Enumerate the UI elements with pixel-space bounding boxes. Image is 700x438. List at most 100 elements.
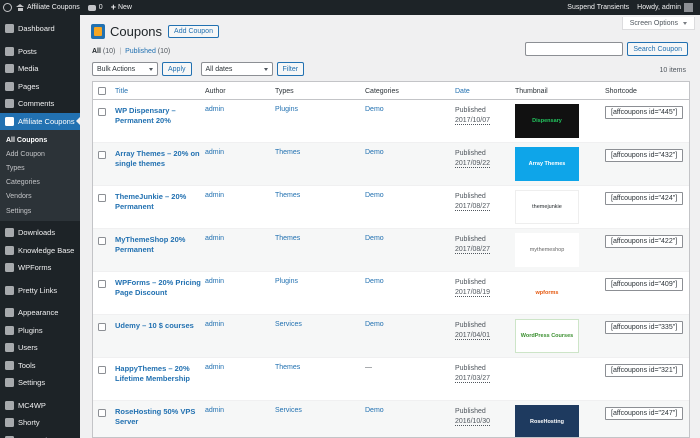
coupon-title-link[interactable]: RoseHosting 50% VPS Server bbox=[115, 407, 203, 427]
author-link[interactable]: admin bbox=[205, 278, 224, 285]
shortcode-field[interactable]: [affcoupons id="432"] bbox=[605, 149, 684, 162]
shortcode-field[interactable]: [affcoupons id="409"] bbox=[605, 278, 684, 291]
author-link[interactable]: admin bbox=[205, 364, 224, 371]
sidebar-item-comments[interactable]: Comments bbox=[0, 95, 80, 113]
type-link[interactable]: Plugins bbox=[275, 106, 298, 113]
chevron-down-icon bbox=[263, 67, 268, 71]
main-content: Screen Options Coupons Add Coupon All (1… bbox=[80, 15, 700, 438]
row-checkbox[interactable] bbox=[98, 151, 106, 159]
column-date[interactable]: Date bbox=[455, 82, 470, 100]
coupon-title-link[interactable]: WPForms – 20% Pricing Page Discount bbox=[115, 278, 203, 298]
type-link[interactable]: Themes bbox=[275, 149, 300, 156]
category-link[interactable]: Demo bbox=[365, 407, 384, 414]
submenu-all-coupons[interactable]: All Coupons bbox=[0, 133, 80, 147]
sidebar-item-mc4wp[interactable]: MC4WP bbox=[0, 397, 80, 415]
search-input[interactable] bbox=[525, 42, 624, 56]
sidebar-item-wp-rocket[interactable]: WP Rocket bbox=[0, 432, 80, 438]
sidebar-item-posts[interactable]: Posts bbox=[0, 43, 80, 61]
coupon-title-link[interactable]: HappyThemes – 20% Lifetime Membership bbox=[115, 364, 203, 384]
row-checkbox[interactable] bbox=[98, 323, 106, 331]
apply-button[interactable]: Apply bbox=[162, 62, 192, 76]
row-checkbox[interactable] bbox=[98, 280, 106, 288]
type-link[interactable]: Themes bbox=[275, 364, 300, 371]
sidebar-item-pages[interactable]: Pages bbox=[0, 78, 80, 96]
row-checkbox[interactable] bbox=[98, 108, 106, 116]
type-link[interactable]: Plugins bbox=[275, 278, 298, 285]
submenu-settings[interactable]: Settings bbox=[0, 204, 80, 218]
category-link[interactable]: Demo bbox=[365, 321, 384, 328]
category-link[interactable]: Demo bbox=[365, 278, 384, 285]
coupon-title-link[interactable]: MyThemeShop 20% Permanent bbox=[115, 235, 203, 255]
sidebar-item-dashboard[interactable]: Dashboard bbox=[0, 20, 80, 38]
bulk-actions-select[interactable]: Bulk Actions bbox=[92, 62, 158, 76]
sidebar-item-affiliate-coupons[interactable]: Affiliate Coupons bbox=[0, 112, 80, 130]
view-published[interactable]: Published (10) bbox=[125, 48, 170, 55]
thumbnail-image: Dispensary bbox=[515, 104, 579, 138]
category-link[interactable]: Demo bbox=[365, 149, 384, 156]
sidebar-item-wpforms[interactable]: WPForms bbox=[0, 259, 80, 277]
sidebar-item-shorty[interactable]: Shorty bbox=[0, 414, 80, 432]
category-link[interactable]: Demo bbox=[365, 192, 384, 199]
sidebar-item-appearance[interactable]: Appearance bbox=[0, 304, 80, 322]
type-link[interactable]: Themes bbox=[275, 192, 300, 199]
comment-icon bbox=[5, 99, 14, 109]
sidebar-item-downloads[interactable]: Downloads bbox=[0, 224, 80, 242]
dates-select[interactable]: All dates bbox=[200, 62, 273, 76]
select-all-checkbox[interactable] bbox=[98, 87, 106, 95]
author-link[interactable]: admin bbox=[205, 106, 224, 113]
column-title[interactable]: Title bbox=[115, 82, 128, 100]
coupon-title-link[interactable]: Array Themes – 20% on single themes bbox=[115, 149, 203, 169]
sidebar-item-knowledge-base[interactable]: Knowledge Base bbox=[0, 242, 80, 260]
date-cell: Published 2017/08/19 bbox=[455, 279, 491, 297]
coupon-title-link[interactable]: Udemy – 10 $ courses bbox=[115, 321, 203, 331]
shortcode-field[interactable]: [affcoupons id="422"] bbox=[605, 235, 684, 248]
settings-icon bbox=[5, 378, 14, 388]
screen-options-button[interactable]: Screen Options bbox=[621, 17, 695, 30]
author-link[interactable]: admin bbox=[205, 149, 224, 156]
sidebar-item-label: Settings bbox=[18, 378, 46, 388]
submenu-add-coupon[interactable]: Add Coupon bbox=[0, 147, 80, 161]
new-content-link[interactable]: + New bbox=[107, 0, 136, 15]
sidebar-item-users[interactable]: Users bbox=[0, 339, 80, 357]
coupon-title-link[interactable]: ThemeJunkie – 20% Permanent bbox=[115, 192, 203, 212]
author-link[interactable]: admin bbox=[205, 321, 224, 328]
view-all[interactable]: All (10) bbox=[92, 48, 115, 55]
author-link[interactable]: admin bbox=[205, 407, 224, 414]
shortcode-field[interactable]: [affcoupons id="247"] bbox=[605, 407, 684, 420]
submenu-vendors[interactable]: Vendors bbox=[0, 190, 80, 204]
submenu-categories[interactable]: Categories bbox=[0, 176, 80, 190]
shortcode-field[interactable]: [affcoupons id="445"] bbox=[605, 106, 684, 119]
coupon-title-link[interactable]: WP Dispensary – Permanent 20% bbox=[115, 106, 203, 126]
submenu-types[interactable]: Types bbox=[0, 161, 80, 175]
row-checkbox[interactable] bbox=[98, 237, 106, 245]
sidebar-item-plugins[interactable]: Plugins bbox=[0, 322, 80, 340]
type-link[interactable]: Themes bbox=[275, 235, 300, 242]
sidebar-item-settings[interactable]: Settings bbox=[0, 374, 80, 392]
thumbnail-image: Array Themes bbox=[515, 147, 579, 181]
wordpress-logo-icon[interactable] bbox=[3, 3, 12, 12]
type-link[interactable]: Services bbox=[275, 407, 302, 414]
sidebar-item-pretty-links[interactable]: Pretty Links bbox=[0, 282, 80, 300]
site-name-link[interactable]: Affiliate Coupons bbox=[12, 0, 84, 15]
add-coupon-button[interactable]: Add Coupon bbox=[168, 25, 219, 38]
row-checkbox[interactable] bbox=[98, 366, 106, 374]
author-link[interactable]: admin bbox=[205, 235, 224, 242]
suspend-transients-link[interactable]: Suspend Transients bbox=[563, 0, 633, 15]
row-checkbox[interactable] bbox=[98, 194, 106, 202]
shortcode-field[interactable]: [affcoupons id="335"] bbox=[605, 321, 684, 334]
row-checkbox[interactable] bbox=[98, 409, 106, 417]
category-link[interactable]: Demo bbox=[365, 106, 384, 113]
shortcode-field[interactable]: [affcoupons id="321"] bbox=[605, 364, 684, 377]
type-link[interactable]: Services bbox=[275, 321, 302, 328]
comments-link[interactable]: 0 bbox=[84, 0, 107, 15]
author-link[interactable]: admin bbox=[205, 192, 224, 199]
sidebar-item-tools[interactable]: Tools bbox=[0, 357, 80, 375]
sidebar-item-media[interactable]: Media bbox=[0, 60, 80, 78]
caret-down-icon bbox=[683, 21, 687, 25]
my-account-link[interactable]: Howdy, admin bbox=[633, 0, 700, 15]
shortcode-field[interactable]: [affcoupons id="424"] bbox=[605, 192, 684, 205]
plugin-icon bbox=[5, 325, 14, 335]
search-coupon-button[interactable]: Search Coupon bbox=[627, 42, 688, 56]
category-link[interactable]: Demo bbox=[365, 235, 384, 242]
filter-button[interactable]: Filter bbox=[276, 62, 305, 76]
